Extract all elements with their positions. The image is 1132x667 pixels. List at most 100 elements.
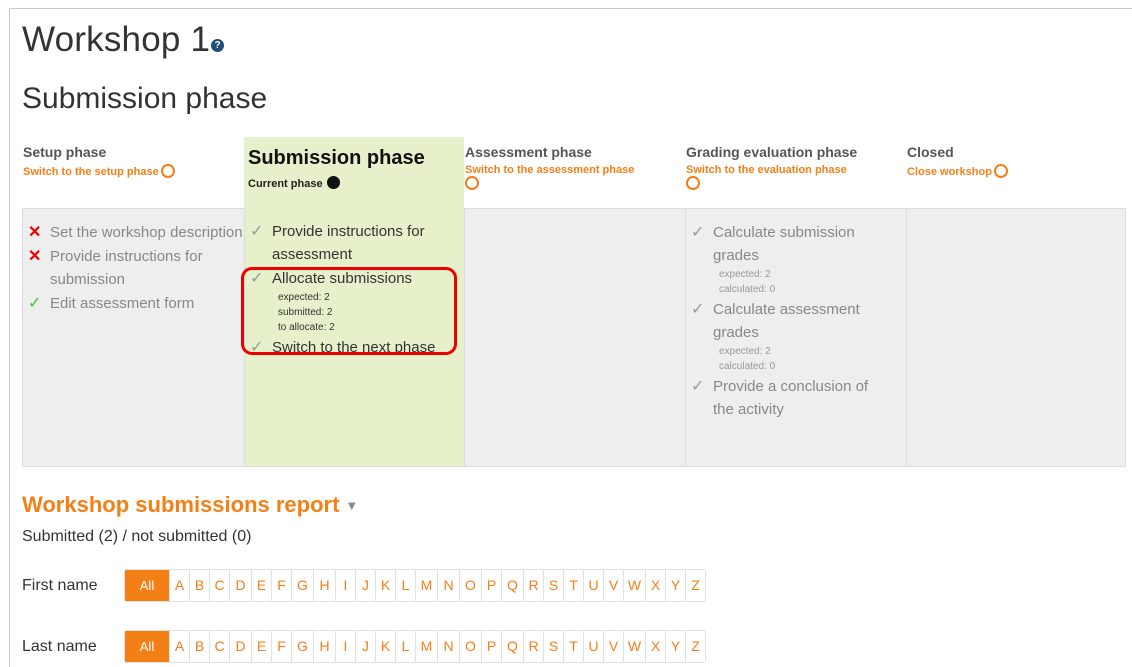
first-initial-bar: First name All ABCDEFGHIJKLMNOPQRSTUVWXY… <box>22 569 706 602</box>
switch-phase-link[interactable]: Close workshop <box>907 164 1008 178</box>
initial-letter-button[interactable]: H <box>313 570 335 601</box>
initial-letter-button[interactable]: S <box>543 631 563 662</box>
phase-header: Grading evaluation phase Switch to the e… <box>685 137 906 208</box>
task-item: ✓ Edit assessment form <box>23 292 244 315</box>
initial-letter-button[interactable]: M <box>415 570 437 601</box>
phase-evaluation: Grading evaluation phase Switch to the e… <box>685 137 906 467</box>
phase-tasks <box>464 208 685 467</box>
initial-letter-button[interactable]: X <box>645 570 665 601</box>
highlight-box <box>241 267 457 355</box>
initial-letter-button[interactable]: O <box>459 631 481 662</box>
initial-letter-button[interactable]: S <box>543 570 563 601</box>
initial-letter-button[interactable]: C <box>209 570 229 601</box>
switch-phase-link[interactable]: Switch to the setup phase <box>23 164 175 178</box>
task-label: Provide a conclusion of the activity <box>713 378 869 418</box>
switch-phase-label: Switch to the setup phase <box>23 166 159 178</box>
task-detail: calculated: 0 <box>719 361 776 372</box>
task-item: ✓ Calculate assessment grades expected: 2… <box>686 298 883 374</box>
initial-letter-button[interactable]: F <box>271 631 291 662</box>
switch-circle-icon[interactable] <box>160 164 175 178</box>
initial-letter-button[interactable]: K <box>375 631 395 662</box>
phase-title: Grading evaluation phase <box>686 144 858 160</box>
last-initial-bar: Last name All ABCDEFGHIJKLMNOPQRSTUVWXYZ <box>22 630 706 663</box>
initial-letter-button[interactable]: D <box>229 570 251 601</box>
phase-tasks <box>906 208 1126 467</box>
initial-letter-button[interactable]: W <box>623 631 645 662</box>
task-label: Set the workshop description <box>50 224 243 241</box>
switch-phase-link[interactable]: Switch to the assessment phase <box>465 164 634 190</box>
initial-letter-button[interactable]: J <box>355 570 375 601</box>
initial-letter-button[interactable]: A <box>169 570 189 601</box>
phase-header: Setup phase Switch to the setup phase <box>22 137 244 208</box>
task-detail: calculated: 0 <box>719 284 776 295</box>
initial-all-button[interactable]: All <box>125 570 169 601</box>
report-title-text[interactable]: Workshop submissions report <box>22 492 339 517</box>
initial-letter-button[interactable]: V <box>603 631 623 662</box>
initial-letter-button[interactable]: B <box>189 570 209 601</box>
switch-phase-label: Switch to the evaluation phase <box>686 164 847 176</box>
task-item: ✕ Set the workshop description <box>23 221 244 244</box>
initial-letter-button[interactable]: E <box>251 631 271 662</box>
cross-icon: ✕ <box>28 248 42 265</box>
initial-letter-button[interactable]: R <box>523 631 543 662</box>
initial-letter-button[interactable]: H <box>313 631 335 662</box>
initial-letter-button[interactable]: K <box>375 570 395 601</box>
phase-tasks: ✕ Set the workshop description ✕ Provide i… <box>22 208 244 467</box>
check-icon: ✓ <box>28 295 42 312</box>
initial-letter-button[interactable]: O <box>459 570 481 601</box>
todo-check-icon: ✓ <box>691 378 705 395</box>
caret-down-icon[interactable]: ▼ <box>345 498 358 513</box>
initial-letter-button[interactable]: I <box>335 570 355 601</box>
initial-letter-button[interactable]: N <box>437 631 459 662</box>
initial-letter-button[interactable]: T <box>563 631 583 662</box>
switch-circle-icon[interactable] <box>993 164 1008 178</box>
initial-letter-button[interactable]: N <box>437 570 459 601</box>
switch-circle-icon[interactable] <box>686 176 700 190</box>
switch-circle-icon[interactable] <box>465 176 479 190</box>
initial-letter-button[interactable]: C <box>209 631 229 662</box>
initial-letter-button[interactable]: Q <box>501 570 523 601</box>
first-initial-letters: All ABCDEFGHIJKLMNOPQRSTUVWXYZ <box>124 569 706 602</box>
initial-letter-button[interactable]: U <box>583 631 603 662</box>
initial-all-button[interactable]: All <box>125 631 169 662</box>
initial-letter-button[interactable]: Y <box>665 570 685 601</box>
initial-letter-button[interactable]: L <box>395 631 415 662</box>
user-plan: Setup phase Switch to the setup phase ✕ S… <box>22 137 1126 467</box>
task-label: Calculate assessment grades <box>713 301 860 341</box>
initial-letter-button[interactable]: I <box>335 631 355 662</box>
task-item: ✕ Provide instructions for submission <box>23 245 244 291</box>
initial-letter-button[interactable]: U <box>583 570 603 601</box>
switch-phase-link[interactable]: Switch to the evaluation phase <box>686 164 847 190</box>
initial-letter-button[interactable]: W <box>623 570 645 601</box>
initial-letter-button[interactable]: F <box>271 570 291 601</box>
phase-tasks: ✓ Calculate submission grades expected: 2… <box>685 208 906 467</box>
question-icon[interactable]: ? <box>211 39 225 52</box>
initial-letter-button[interactable]: G <box>291 570 313 601</box>
initial-letter-button[interactable]: J <box>355 631 375 662</box>
submission-summary: Submitted (2) / not submitted (0) <box>22 528 252 545</box>
initial-letter-button[interactable]: X <box>645 631 665 662</box>
initial-letter-button[interactable]: T <box>563 570 583 601</box>
initial-letter-button[interactable]: Z <box>685 570 705 601</box>
initial-letter-button[interactable]: Q <box>501 631 523 662</box>
first-name-label: First name <box>22 576 98 594</box>
initial-letter-button[interactable]: Y <box>665 631 685 662</box>
task-item: ✓ Calculate submission grades expected: 2… <box>686 221 883 297</box>
initial-letter-button[interactable]: P <box>481 570 501 601</box>
initial-letter-button[interactable]: A <box>169 631 189 662</box>
report-title[interactable]: Workshop submissions report ▼ <box>22 492 358 518</box>
initial-letter-button[interactable]: E <box>251 570 271 601</box>
initial-letter-button[interactable]: M <box>415 631 437 662</box>
current-phase-indicator: Current phase <box>248 176 340 190</box>
initial-letter-button[interactable]: G <box>291 631 313 662</box>
initial-letter-button[interactable]: V <box>603 570 623 601</box>
initial-letter-button[interactable]: P <box>481 631 501 662</box>
task-label: Provide instructions for submission <box>50 248 203 288</box>
initial-letter-button[interactable]: R <box>523 570 543 601</box>
initial-letter-button[interactable]: Z <box>685 631 705 662</box>
current-phase-label: Current phase <box>248 178 323 190</box>
initial-letter-button[interactable]: B <box>189 631 209 662</box>
switch-phase-label: Close workshop <box>907 166 992 178</box>
initial-letter-button[interactable]: D <box>229 631 251 662</box>
initial-letter-button[interactable]: L <box>395 570 415 601</box>
